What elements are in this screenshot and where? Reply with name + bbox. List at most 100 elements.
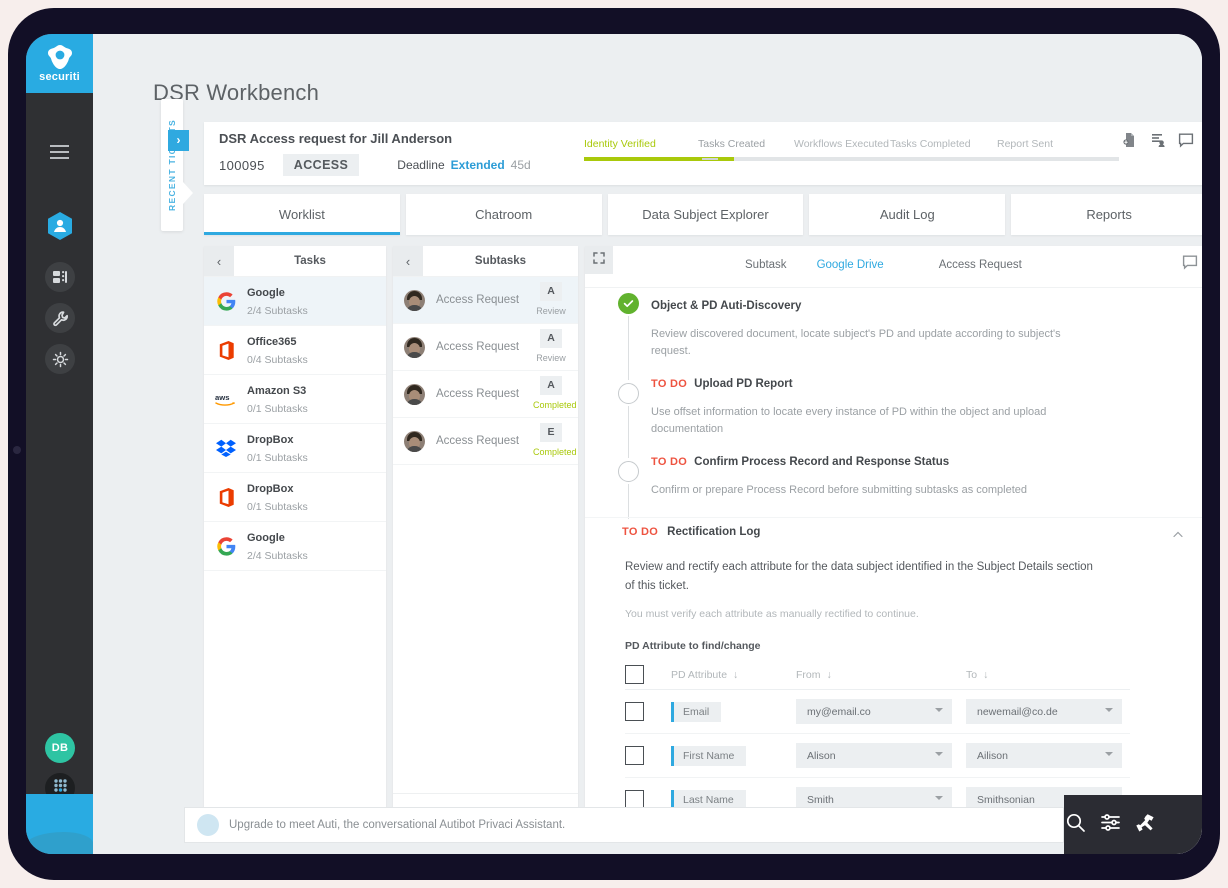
list-item[interactable]: Google 2/4 Subtasks: [204, 277, 386, 326]
tab-audit-log[interactable]: Audit Log: [809, 194, 1006, 235]
search-icon[interactable]: [1065, 812, 1086, 838]
list-item[interactable]: Access Request A Review: [393, 277, 578, 324]
dropbox-icon: [215, 437, 237, 459]
securiti-logo-icon: [47, 44, 73, 70]
autibot-message: Upgrade to meet Auti, the conversational…: [229, 818, 566, 831]
subtask-status: Review: [536, 353, 566, 363]
menu-button[interactable]: [26, 138, 93, 166]
tab-label: Worklist: [278, 207, 325, 222]
hexagon-person-icon: [46, 211, 74, 241]
avatar: [404, 289, 425, 311]
detail-body: Object & PD Auti-Discovery Review discov…: [585, 288, 1202, 831]
empty-circle-icon[interactable]: [618, 383, 639, 404]
list-item[interactable]: aws Amazon S3 0/1 Subtasks: [204, 375, 386, 424]
chevron-up-icon[interactable]: [1173, 529, 1183, 541]
list-item[interactable]: Access Request A Completed: [393, 371, 578, 418]
sidebar-item-tools[interactable]: [45, 303, 75, 333]
tasks-panel-header: ‹ Tasks: [204, 246, 386, 277]
assign-user-icon[interactable]: [1150, 132, 1166, 148]
sidebar-item-settings[interactable]: [45, 344, 75, 374]
from-value-dropdown[interactable]: Alison: [796, 743, 952, 768]
hamburger-icon-line: [50, 145, 69, 147]
breadcrumb: Subtask Google Drive Access Request: [745, 259, 1022, 271]
tab-worklist[interactable]: Worklist: [204, 194, 400, 235]
list-item[interactable]: Google 2/4 Subtasks: [204, 522, 386, 571]
list-item[interactable]: Office365 0/4 Subtasks: [204, 326, 386, 375]
column-header-to[interactable]: To ↓: [966, 669, 1122, 681]
progress-step-label: Tasks Created: [698, 138, 766, 150]
export-document-icon[interactable]: [1122, 132, 1138, 148]
list-item[interactable]: Access Request A Review: [393, 324, 578, 371]
list-item[interactable]: DropBox 0/1 Subtasks: [204, 424, 386, 473]
office365-icon: [215, 486, 237, 508]
hammer-icon[interactable]: [1135, 812, 1156, 838]
expand-button[interactable]: [585, 246, 613, 274]
todo-badge: TO DO: [651, 456, 688, 468]
ticket-meta: 100095 ACCESS Deadline Extended 45d: [219, 154, 531, 176]
recent-tickets-toggle[interactable]: ›: [168, 130, 189, 151]
rectification-log-header[interactable]: TO DO Rectification Log: [585, 517, 1202, 546]
task-subtask-count: 0/4 Subtasks: [247, 354, 308, 366]
row-checkbox[interactable]: [625, 702, 644, 721]
breadcrumb-subtask: Subtask: [745, 259, 787, 271]
column-header-from[interactable]: From ↓: [796, 669, 952, 681]
comment-icon[interactable]: [1182, 254, 1198, 270]
subtasks-panel-header: ‹ Subtasks: [393, 246, 578, 277]
step-description: Review discovered document, locate subje…: [651, 328, 1061, 357]
tab-reports[interactable]: Reports: [1011, 194, 1202, 235]
sort-down-icon: ↓: [983, 668, 989, 681]
tab-label: Data Subject Explorer: [642, 207, 769, 222]
step-item: TO DO Upload PD Report Use offset inform…: [585, 378, 1202, 458]
subtask-badge: A: [540, 329, 562, 348]
recent-tickets-tab[interactable]: RECENT TICKETS: [161, 99, 183, 231]
row-checkbox[interactable]: [625, 746, 644, 765]
sidebar-item-dashboard[interactable]: [45, 262, 75, 292]
empty-circle-icon[interactable]: [618, 461, 639, 482]
tab-label: Audit Log: [879, 207, 935, 222]
step-connector: [628, 484, 629, 519]
to-value-dropdown[interactable]: Ailison: [966, 743, 1122, 768]
avatar: [404, 430, 425, 452]
task-subtask-count: 2/4 Subtasks: [247, 550, 308, 562]
subtasks-panel-title: Subtasks: [474, 255, 527, 267]
subtask-name: Access Request: [436, 388, 520, 400]
sidebar-item-privacy[interactable]: [45, 211, 75, 241]
autibot-input[interactable]: Upgrade to meet Auti, the conversational…: [184, 806, 1064, 843]
autibot-avatar-icon: [197, 813, 219, 836]
select-all-checkbox[interactable]: [625, 665, 644, 684]
step-connector: [628, 406, 629, 458]
svg-text:aws: aws: [215, 393, 230, 402]
avatar[interactable]: DB: [45, 733, 75, 763]
tab-label: Chatroom: [475, 207, 533, 222]
deadline-state[interactable]: Extended: [451, 158, 505, 172]
filters-icon[interactable]: [1100, 812, 1121, 838]
table-header-row: PD Attribute ↓ From ↓ To ↓: [625, 660, 1130, 690]
rectification-note: You must verify each attribute as manual…: [625, 608, 919, 620]
rectification-lead-text: Review and rectify each attribute for th…: [625, 561, 1093, 592]
to-value-dropdown[interactable]: newemail@co.de: [966, 699, 1122, 724]
task-subtask-count: 2/4 Subtasks: [247, 305, 308, 317]
rail-footer-accent: [26, 794, 93, 854]
subtasks-back-button[interactable]: ‹: [393, 246, 423, 276]
bottom-bar-actions: [1064, 795, 1156, 854]
tab-chatroom[interactable]: Chatroom: [405, 194, 602, 235]
from-value-dropdown[interactable]: my@email.co: [796, 699, 952, 724]
list-item[interactable]: DropBox 0/1 Subtasks: [204, 473, 386, 522]
bottom-bar-edge: [1156, 795, 1202, 854]
breadcrumb-google-drive[interactable]: Google Drive: [817, 259, 884, 271]
pd-attribute-value: First Name: [671, 745, 747, 766]
subtask-name: Access Request: [436, 435, 520, 447]
bottom-bar: Upgrade to meet Auti, the conversational…: [160, 795, 1202, 854]
tab-label: Reports: [1086, 207, 1132, 222]
column-header-pd-attribute[interactable]: PD Attribute ↓: [671, 669, 796, 681]
tab-data-subject-explorer[interactable]: Data Subject Explorer: [607, 194, 804, 235]
list-item[interactable]: Access Request E Completed: [393, 418, 578, 465]
chevron-down-icon: [1105, 708, 1113, 712]
subtask-name: Access Request: [436, 294, 520, 306]
brand-logo[interactable]: securiti: [26, 34, 93, 93]
comment-icon[interactable]: [1178, 132, 1194, 148]
tasks-back-button[interactable]: ‹: [204, 246, 234, 276]
expand-icon: [593, 251, 605, 269]
tasks-panel: ‹ Tasks Google 2/4 Subtasks Office365 0/…: [204, 246, 386, 831]
office365-icon: [215, 339, 237, 361]
